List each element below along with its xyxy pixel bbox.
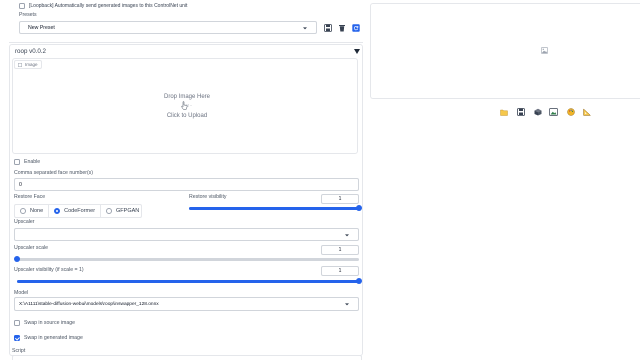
- send-to-img2img-icon: [549, 108, 558, 116]
- upscaler-dropdown[interactable]: [14, 228, 359, 241]
- roop-title[interactable]: roop v0.0.2: [15, 48, 46, 55]
- restore-option-label: CodeFormer: [64, 208, 96, 214]
- enable-label: Enable: [24, 159, 41, 165]
- send-to-img2img-button[interactable]: [547, 106, 560, 118]
- open-folder-button[interactable]: [497, 106, 510, 118]
- image-tab-label: Image: [25, 62, 38, 67]
- swap-source-label: Swap in source image: [24, 320, 76, 326]
- loopback-label: [Loopback] Automatically send generated …: [29, 3, 188, 9]
- folder-icon: [499, 109, 508, 116]
- script-label: Script: [12, 348, 26, 354]
- swap-source-row[interactable]: Swap in source image: [14, 320, 75, 326]
- image-placeholder-icon: [541, 47, 548, 54]
- model-label: Model: [14, 290, 29, 296]
- save-icon: [324, 24, 332, 32]
- slider-fill: [17, 280, 359, 283]
- model-value: X:\A1111\stable-diffusion-webui\models\r…: [19, 301, 159, 307]
- loopback-checkbox[interactable]: [19, 3, 25, 9]
- send-to-inpaint-button[interactable]: [564, 106, 577, 118]
- swap-generated-row[interactable]: Swap in generated image: [14, 335, 83, 341]
- save-icon: [516, 108, 525, 116]
- click-to-upload-text: Click to Upload: [166, 113, 208, 119]
- send-to-extras-button[interactable]: [580, 106, 593, 118]
- collapse-triangle-icon[interactable]: [354, 49, 360, 54]
- hand-cursor-icon: [181, 101, 188, 110]
- restore-option-label: None: [30, 208, 44, 214]
- upscaler-scale-label: Upscaler scale: [14, 245, 49, 251]
- save-button[interactable]: [514, 106, 527, 118]
- upscaler-scale-slider[interactable]: [14, 256, 359, 263]
- swap-generated-checkbox[interactable]: [14, 335, 20, 341]
- script-dropdown[interactable]: [12, 355, 362, 360]
- presets-dropdown[interactable]: New Preset: [19, 21, 317, 34]
- section-divider: [9, 42, 363, 43]
- delete-preset-button[interactable]: [337, 23, 347, 33]
- restore-visibility-number[interactable]: 1: [321, 194, 359, 204]
- upscaler-visibility-label: Upscaler visibility (if scale = 1): [14, 267, 84, 273]
- send-to-inpaint-icon: [566, 108, 575, 116]
- drop-image-text: Drop Image Here: [163, 94, 211, 100]
- radio-codeformer[interactable]: [54, 208, 61, 214]
- enable-row[interactable]: Enable: [14, 159, 40, 165]
- restore-option-gfpgan[interactable]: GFPGAN: [101, 205, 144, 217]
- restore-visibility-slider[interactable]: [189, 205, 362, 212]
- face-numbers-input[interactable]: 0: [14, 178, 359, 191]
- save-preset-button[interactable]: [323, 23, 333, 33]
- refresh-preset-button[interactable]: [351, 23, 361, 33]
- restore-visibility-label: Restore visibility: [189, 194, 227, 200]
- loopback-row[interactable]: [Loopback] Automatically send generated …: [19, 3, 187, 9]
- zip-icon: [534, 108, 541, 116]
- upscaler-scale-number[interactable]: 1: [321, 245, 359, 255]
- presets-label: Presets: [19, 12, 37, 18]
- chevron-down-icon: [345, 233, 349, 236]
- upscaler-visibility-number[interactable]: 1: [321, 266, 359, 276]
- left-panel: [Loopback] Automatically send generated …: [9, 0, 363, 360]
- restore-option-codeformer[interactable]: CodeFormer: [49, 205, 102, 217]
- slider-fill: [189, 207, 359, 210]
- trash-icon: [339, 25, 345, 32]
- swap-source-checkbox[interactable]: [14, 320, 20, 326]
- enable-checkbox[interactable]: [14, 159, 20, 165]
- swap-generated-label: Swap in generated image: [24, 335, 83, 341]
- restore-face-label: Restore Face: [14, 194, 46, 200]
- restore-option-label: GFPGAN: [116, 208, 140, 214]
- model-dropdown[interactable]: X:\A1111\stable-diffusion-webui\models\r…: [14, 297, 359, 311]
- radio-none[interactable]: [20, 208, 26, 214]
- send-to-extras-icon: [582, 108, 591, 116]
- chevron-down-icon: [345, 303, 349, 306]
- restore-face-radio-group: None CodeFormer GFPGAN: [14, 204, 142, 218]
- refresh-icon: [352, 24, 360, 32]
- presets-value: New Preset: [28, 24, 55, 31]
- radio-gfpgan[interactable]: [106, 208, 113, 214]
- face-numbers-label: Comma separated face number(s): [14, 170, 93, 176]
- chevron-down-icon: [303, 26, 307, 29]
- restore-option-none[interactable]: None: [15, 205, 50, 217]
- output-gallery: [370, 3, 640, 99]
- image-tab: Image: [14, 60, 42, 69]
- face-numbers-value: 0: [19, 181, 22, 188]
- upscaler-visibility-slider[interactable]: [17, 278, 362, 285]
- zip-button[interactable]: [531, 106, 544, 118]
- upscaler-label: Upscaler: [14, 219, 35, 225]
- image-icon: [18, 62, 22, 67]
